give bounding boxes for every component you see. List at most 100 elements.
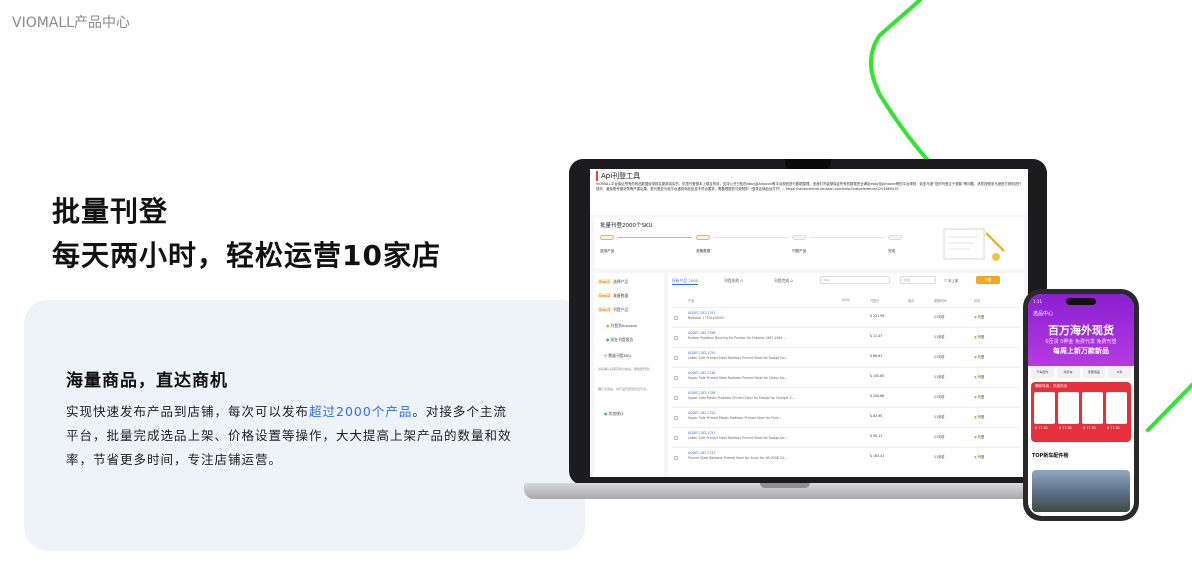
step-2-label: 准备数据 <box>696 249 711 253</box>
table-row[interactable]: AQDYC-182-1752 Upper Side Primed Plastic … <box>672 407 1020 427</box>
row-status[interactable]: 刊登 <box>974 314 984 319</box>
table-row[interactable]: AQDYC-182-1750 Lower Side Primed Steel Ra… <box>672 347 1020 367</box>
feature-title: 海量商品，直达商机 <box>66 371 228 391</box>
phone-category[interactable]: 摩托车 <box>1056 366 1080 378</box>
step-3: 刊登产品 <box>792 235 806 253</box>
col-updated: 更新时间 <box>934 299 947 303</box>
step-4: 完成 <box>888 235 902 253</box>
row-checkbox[interactable] <box>674 416 678 420</box>
table-row[interactable]: AQDYC-182-1751 Lower Side Primed Steel Ra… <box>672 427 1020 447</box>
row-price: $ 100.65 <box>870 374 885 378</box>
row-checkbox[interactable] <box>674 436 678 440</box>
row-price: $ 50.11 <box>870 434 883 438</box>
row-checkbox[interactable] <box>674 316 678 320</box>
row-sku[interactable]: AQDYC-182-1766 <box>688 331 715 335</box>
row-status[interactable]: 刊登 <box>974 434 984 439</box>
row-status[interactable]: 刊登 <box>974 394 984 399</box>
sidebar-step3[interactable]: Step3 刊登产品 <box>598 307 628 313</box>
tab-done[interactable]: 刊登完成 0 <box>774 278 793 284</box>
step-connector <box>618 237 692 238</box>
row-updated: 11天前 <box>934 375 945 379</box>
row-name: Radiator 17101436457 <box>688 316 725 320</box>
step-tag: Step2 <box>598 293 612 298</box>
sidebar-stats[interactable]: ● 状态统计 <box>604 411 624 417</box>
phone-categories: 汽车配件 摩托车 家居用品 户外 <box>1031 366 1131 378</box>
status-filter-select[interactable]: 状态 <box>900 276 936 284</box>
sidebar: Step1 选择产品 Step2 准备数据 Step3 刊登产品 ● 刊登到Amazo… <box>594 273 664 477</box>
col-stock: 库存 <box>908 299 915 303</box>
app-notice: VIOMALL平台保证所有的商品数据经常核实更新真实的，供您刊登基本上稳定有效，… <box>596 182 1022 191</box>
product-card[interactable] <box>1058 392 1079 424</box>
sidebar-sync[interactable]: ⟳ 数量刊登SKU <box>604 353 631 359</box>
row-status[interactable]: 刊登 <box>974 414 984 419</box>
laptop-camera-notch <box>785 159 831 169</box>
brand-logo-text: VIOMALL产品中心 <box>12 15 130 31</box>
step-2: 准备数据 <box>696 235 710 253</box>
row-updated: 11天前 <box>934 415 945 419</box>
row-name: Lower Side Primed Steel Radiator Primed … <box>688 436 788 440</box>
table-row[interactable]: AQDYC-182-1748 Upper Side Primed Steel Ra… <box>672 367 1020 387</box>
step-connector <box>714 237 788 238</box>
row-status[interactable]: 刊登 <box>974 454 984 459</box>
row-price: $ 200.66 <box>870 394 885 398</box>
col-status: 状态 <box>974 299 981 303</box>
sidebar-note-2: 确认无误后，将产品刊登到对应平台。 <box>598 387 650 391</box>
product-card[interactable] <box>1106 392 1127 424</box>
sidebar-sub-report[interactable]: ● 现在刊登报告 <box>606 337 633 343</box>
row-name: Lower Side Primed Steel Radiator Primed … <box>688 356 789 360</box>
row-sku[interactable]: AQDYC-182-1747 <box>688 451 715 455</box>
step-connector <box>810 237 884 238</box>
publish-button[interactable]: 刊登 <box>976 276 1000 284</box>
row-checkbox[interactable] <box>674 456 678 460</box>
step-tag: Step1 <box>598 279 612 284</box>
phone-subline: 0压货 0押金 免费代发 免费刊登 <box>1045 339 1117 345</box>
sidebar-step1[interactable]: Step1 选择产品 <box>598 279 628 285</box>
phone-category[interactable]: 户外 <box>1108 366 1131 378</box>
step-2-pill <box>696 235 710 240</box>
tab-all-products[interactable]: 所有产品 2000 <box>672 278 699 285</box>
row-status[interactable]: 刊登 <box>974 374 984 379</box>
row-checkbox[interactable] <box>674 376 678 380</box>
row-name: Upper Side Primed Plastic Radiator Prime… <box>688 416 782 420</box>
unlisted-checkbox[interactable]: ☐ 未上架 <box>944 278 958 283</box>
row-checkbox[interactable] <box>674 396 678 400</box>
row-sku[interactable]: AQDYC-182-1752 <box>688 411 715 415</box>
table-row[interactable]: AQDYC-182-1766 Rubber Radiator Bushing fo… <box>672 327 1020 347</box>
row-status[interactable]: 刊登 <box>974 334 984 339</box>
row-sku[interactable]: AQDYC-182-1761 <box>688 311 715 315</box>
product-card[interactable] <box>1034 392 1055 424</box>
step-1: 选择产品 <box>600 235 614 253</box>
phone-category[interactable]: 家居用品 <box>1082 366 1106 378</box>
row-checkbox[interactable] <box>674 336 678 340</box>
sidebar-step2[interactable]: Step2 准备数据 <box>598 293 628 299</box>
row-name: Upper Side Primed Steel Radiator Primed … <box>688 376 788 380</box>
row-updated: 11天前 <box>934 335 945 339</box>
headline-line2: 每天两小时，轻松运营10家店 <box>52 239 441 272</box>
step-3-pill <box>792 235 806 240</box>
row-sku[interactable]: AQDYC-182-1751 <box>688 431 715 435</box>
page-headline: 批量刊登 每天两小时，轻松运营10家店 <box>52 190 441 278</box>
laptop-base-notch <box>760 483 810 488</box>
tab-failed[interactable]: 刊登失败 0 <box>724 278 743 284</box>
product-table: 所有产品 2000 刊登失败 0 刊登完成 0 SKU 状态 ☐ 未上架 刊登 … <box>668 273 1024 477</box>
phone-banner: 1:11 选品中心 百万海外现货 0压货 0押金 免费代发 免费刊登 每周上新万… <box>1028 294 1134 366</box>
row-sku[interactable]: AQDYC-182-1758 <box>688 391 715 395</box>
phone-time: 1:11 <box>1033 299 1042 304</box>
row-sku[interactable]: AQDYC-182-1750 <box>688 351 715 355</box>
table-row[interactable]: AQDYC-182-1747 Primed Steel Radiator Prim… <box>672 447 1020 467</box>
phone-nav-title: 选品中心 <box>1033 311 1054 317</box>
product-card[interactable] <box>1082 392 1103 424</box>
product-price: $ 77.52 <box>1083 426 1096 430</box>
truck-image[interactable] <box>1032 470 1130 512</box>
row-status[interactable]: 刊登 <box>974 354 984 359</box>
row-price: $ 86.61 <box>870 354 883 358</box>
table-row[interactable]: AQDYC-182-1761 Radiator 17101436457 $ 221.… <box>672 307 1020 327</box>
phone-category[interactable]: 汽车配件 <box>1031 366 1054 378</box>
row-checkbox[interactable] <box>674 356 678 360</box>
sku-search-input[interactable]: SKU <box>820 276 890 284</box>
phone-subline2: 每周上新万款新品 <box>1053 347 1109 355</box>
table-row[interactable]: AQDYC-182-1758 Upper Side Plastic Radiato… <box>672 387 1020 407</box>
row-sku[interactable]: AQDYC-182-1748 <box>688 371 715 375</box>
app-header: Api刊登工具 VIOMALL平台保证所有的商品数据经常核实更新真实的，供您刊登… <box>590 169 1028 215</box>
sidebar-sub-amazon[interactable]: ● 刊登到Amazon <box>606 323 637 329</box>
